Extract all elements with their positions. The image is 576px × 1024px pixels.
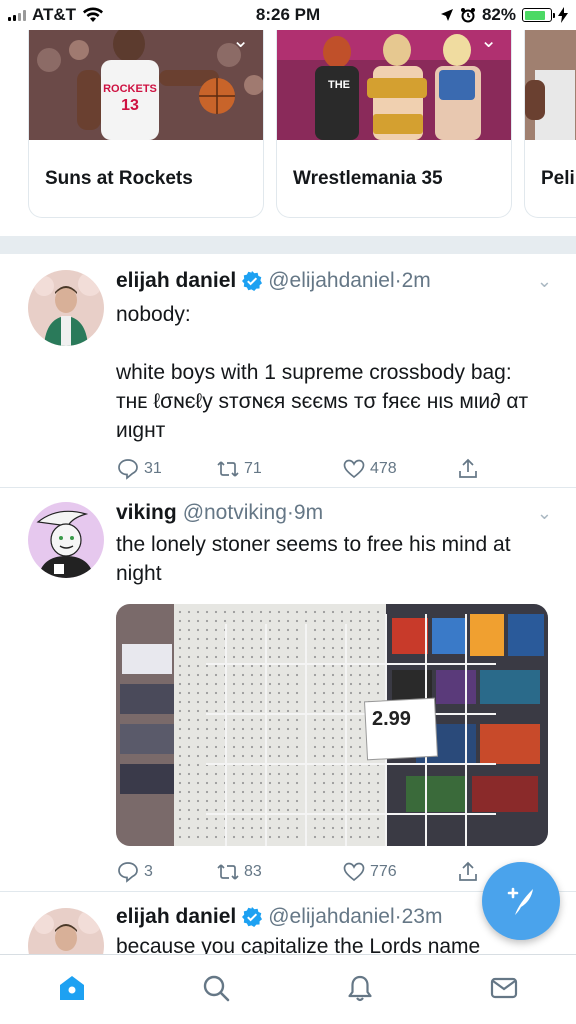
signal-icon [8, 9, 26, 21]
location-icon [440, 9, 453, 21]
home-icon [60, 975, 84, 1000]
section-separator [0, 236, 576, 254]
retweet-icon [217, 864, 239, 880]
battery-percent: 82% [481, 5, 516, 24]
pelicans-image [525, 30, 576, 140]
envelope-icon [490, 977, 518, 998]
display-name[interactable]: elijah daniel [116, 268, 236, 294]
basketball-player-image: ROCKETS 13 [29, 30, 263, 140]
alarm-icon [460, 8, 475, 23]
like-count: 776 [370, 863, 397, 880]
retweet-button[interactable]: 71 [216, 457, 342, 481]
tweet-actions: 31 71 478 [116, 457, 552, 481]
moment-title: Peli [541, 168, 575, 189]
home-tab[interactable] [52, 968, 92, 1008]
reply-count: 31 [144, 460, 162, 477]
moment-image-wrestlers: THE ⌄ [277, 30, 511, 140]
retweet-button[interactable]: 83 [216, 860, 342, 884]
moment-title: Suns at Rockets [45, 168, 193, 189]
moment-card-pelicans[interactable]: Peli [524, 30, 576, 218]
tweet-header: viking @notviking · 9m ⌄ [116, 500, 552, 526]
verified-badge-icon [242, 271, 263, 291]
timestamp: 2m [401, 269, 431, 292]
moments-carousel[interactable]: ROCKETS 13 ⌄ Suns at Rockets THE ⌄ Wrest… [0, 30, 576, 236]
tweet-header: elijah daniel @elijahdaniel · 2m ⌄ [116, 268, 552, 294]
tweet[interactable]: viking @notviking · 9m ⌄ the lonely ston… [0, 488, 576, 892]
messages-tab[interactable] [484, 968, 524, 1008]
tweet-text: nobody: white boys with 1 supreme crossb… [116, 303, 529, 442]
reply-icon [118, 862, 138, 883]
charging-icon [558, 7, 568, 23]
share-button[interactable] [456, 860, 480, 884]
carrier-label: AT&T [32, 5, 77, 24]
share-icon [459, 861, 477, 881]
moment-image-basketball: ROCKETS 13 ⌄ [29, 30, 263, 140]
like-count: 478 [370, 460, 397, 477]
avatar[interactable] [28, 270, 104, 346]
heart-icon [343, 862, 365, 882]
moment-card-wrestlemania[interactable]: THE ⌄ Wrestlemania 35 [276, 30, 512, 218]
reply-icon [118, 459, 138, 480]
like-button[interactable]: 776 [342, 860, 456, 884]
notifications-tab[interactable] [340, 968, 380, 1008]
moment-card-suns-rockets[interactable]: ROCKETS 13 ⌄ Suns at Rockets [28, 30, 264, 218]
svg-text:THE: THE [328, 79, 350, 91]
separator-dot: · [394, 905, 402, 928]
status-bar: AT&T 8:26 PM 82% [0, 0, 576, 30]
handle: @elijahdaniel [268, 905, 395, 928]
timestamp: 23m [401, 905, 443, 928]
handle: @elijahdaniel [268, 269, 395, 292]
handle: @notviking [182, 501, 287, 524]
share-icon [459, 458, 477, 478]
chevron-down-icon[interactable]: ⌄ [537, 500, 552, 526]
reply-button[interactable]: 3 [116, 860, 216, 884]
moment-title: Wrestlemania 35 [293, 168, 443, 189]
verified-badge-icon [242, 907, 263, 927]
status-left: AT&T [8, 5, 104, 25]
moment-image-pelicans [525, 30, 576, 140]
share-button[interactable] [456, 457, 480, 481]
like-button[interactable]: 478 [342, 457, 456, 481]
timestamp: 9m [293, 501, 324, 524]
chevron-down-icon[interactable]: ⌄ [537, 268, 552, 294]
retweet-count: 83 [244, 863, 262, 880]
tweet-body: elijah daniel @elijahdaniel · 2m ⌄ nobod… [116, 268, 552, 481]
retweet-icon [217, 461, 239, 477]
avatar-image [28, 502, 104, 578]
store-shelf-photo [116, 604, 548, 846]
heart-icon [343, 459, 365, 479]
avatar-image [28, 270, 104, 346]
tweet[interactable]: elijah daniel @elijahdaniel · 2m ⌄ nobod… [0, 254, 576, 488]
svg-text:ROCKETS: ROCKETS [103, 83, 157, 95]
svg-text:13: 13 [121, 97, 139, 114]
display-name[interactable]: viking [116, 500, 177, 526]
wifi-icon [83, 7, 104, 22]
bottom-tab-bar [0, 954, 576, 1024]
separator-dot: · [286, 501, 294, 524]
display-name[interactable]: elijah daniel [116, 904, 236, 930]
tweet-text: the lonely stoner seems to free his mind… [116, 533, 517, 585]
status-right: 82% [440, 5, 568, 25]
tweet-body: viking @notviking · 9m ⌄ the lonely ston… [116, 500, 552, 884]
reply-button[interactable]: 31 [116, 457, 216, 481]
wrestlers-image: THE [277, 30, 511, 140]
battery-icon [522, 8, 555, 22]
reply-count: 3 [144, 863, 153, 880]
retweet-count: 71 [244, 460, 262, 477]
chevron-down-icon[interactable]: ⌄ [232, 30, 249, 53]
compose-tweet-button[interactable] [482, 862, 560, 940]
bell-icon [348, 975, 372, 1001]
search-tab[interactable] [196, 968, 236, 1008]
chevron-down-icon[interactable]: ⌄ [480, 30, 497, 53]
price-tag-value: 2.99 [372, 708, 411, 730]
avatar[interactable] [28, 502, 104, 578]
search-icon [203, 975, 230, 1001]
tweet-media-photo[interactable]: 2.99 [116, 604, 548, 846]
compose-feather-icon [507, 887, 533, 915]
separator-dot: · [394, 269, 402, 292]
battery-fill [524, 10, 545, 20]
